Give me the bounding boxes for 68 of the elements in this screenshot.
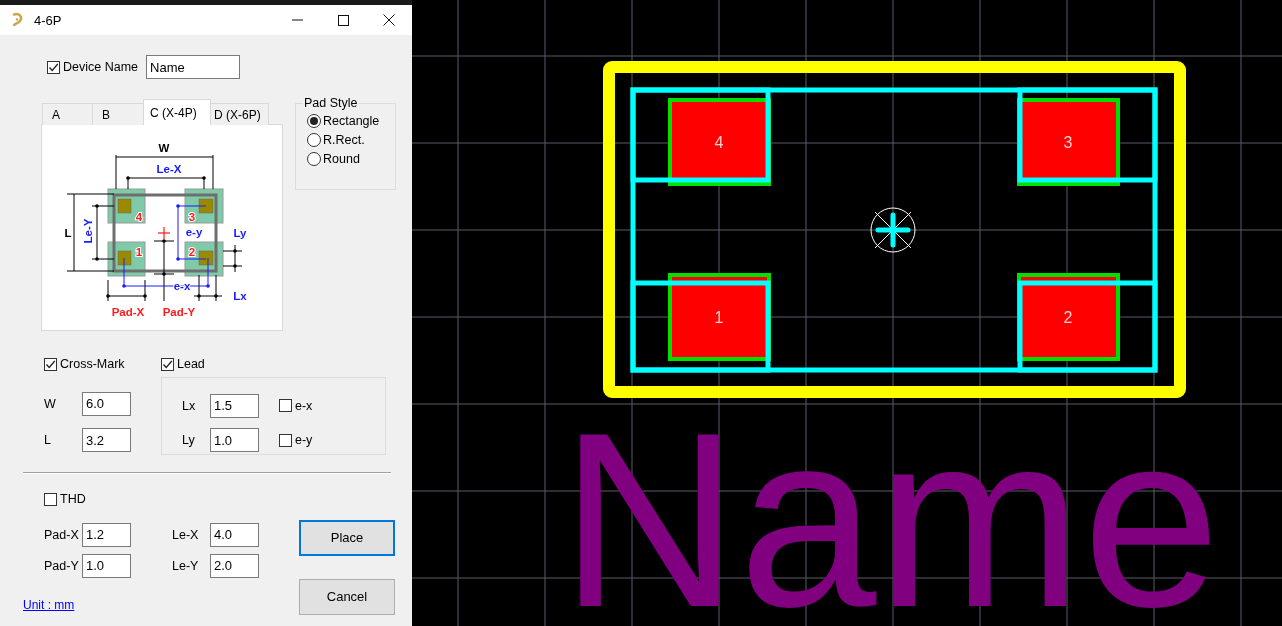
input-field[interactable]: 6.0 [82,391,131,416]
checkbox-label: e-x [295,398,313,413]
dimension-label: W [158,142,170,154]
unit-link[interactable]: Unit : mm [23,598,75,612]
checkbox[interactable] [47,60,60,74]
checkbox-label: Device Name [63,60,139,74]
checkbox-label: e-y [295,433,313,448]
tab[interactable]: C (X-4P) [143,99,211,125]
crosshair-drawing [870,207,916,253]
minimize-icon[interactable] [291,19,303,21]
radio-label: Rectangle [323,114,380,128]
radio-button[interactable] [307,152,321,166]
field-label: Le-X [172,527,200,542]
tab[interactable]: A [42,103,93,125]
input-field[interactable]: 1.0 [82,553,131,578]
app-icon [10,12,24,28]
pad-number: 2 [1063,309,1073,326]
input-field[interactable]: 3.2 [82,428,131,453]
maximize-icon[interactable] [337,14,349,26]
radio-button[interactable] [307,114,321,128]
checkbox-label: Lead [177,357,205,371]
pin-number: 2 [188,246,196,258]
checkbox[interactable] [44,357,57,371]
close-icon[interactable] [383,14,395,26]
pin-number: 3 [188,211,196,223]
radio-label: Round [323,152,360,166]
dimension-label: Pad-Y [162,306,196,318]
field-label: Pad-X [44,527,80,542]
place-button[interactable]: Place [299,519,395,556]
pad-number: 1 [714,309,724,326]
cancel-button[interactable]: Cancel [299,578,395,615]
dimension-label: e-x [173,280,191,292]
pin-number: 1 [135,246,143,258]
input-field[interactable]: 1.2 [82,522,131,547]
dimension-label: Ly [233,227,247,239]
device-name-field[interactable]: Name [146,55,241,79]
dimension-label: L [64,227,72,239]
checkbox[interactable] [161,357,174,371]
pad-number: 4 [714,134,724,151]
input-field[interactable]: 1.5 [210,393,259,418]
checkbox[interactable] [44,492,57,506]
field-label: Le-Y [172,558,200,573]
window-title: 4-6P [34,12,63,28]
group-title: Pad Style [303,96,359,110]
field-label: W [44,396,57,411]
dimension-label: e-y [185,226,203,238]
input-field[interactable]: 4.0 [210,522,259,547]
field-label: Lx [182,398,197,413]
pin-number: 4 [135,211,143,223]
checkbox-label: THD [60,492,86,506]
field-label: Ly [182,433,196,448]
field-label: Pad-Y [44,558,80,573]
tab[interactable]: B [92,103,144,125]
dimension-label: Le-Y [82,218,94,244]
tab[interactable]: D (X-6P) [210,103,269,125]
pad-number: 3 [1063,134,1073,151]
radio-label: R.Rect. [323,133,365,147]
field-label: L [44,433,52,448]
dimension-label: Pad-X [111,306,145,318]
dimension-label: Le-X [156,163,182,175]
dimension-label: Lx [233,290,247,302]
checkbox[interactable] [279,399,292,413]
input-field[interactable]: 1.0 [210,428,259,453]
checkbox-label: Cross-Mark [60,357,125,371]
device-name-text: Name [560,381,1222,626]
radio-button[interactable] [307,133,321,147]
checkbox[interactable] [279,433,292,447]
input-field[interactable]: 2.0 [210,553,259,578]
